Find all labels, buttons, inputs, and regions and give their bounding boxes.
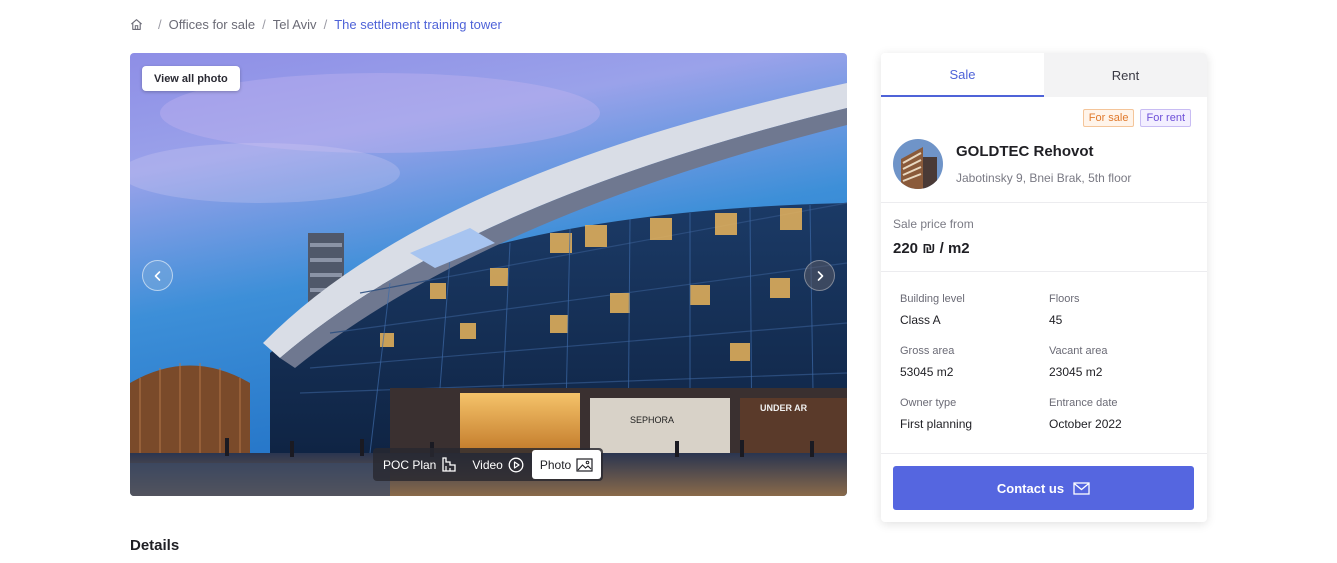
spec-entrance-date: Entrance date October 2022 <box>1049 397 1189 431</box>
storefront-sign-sephora: SEPHORA <box>630 415 674 425</box>
tab-photo[interactable]: Photo <box>531 450 602 479</box>
tab-sale[interactable]: Sale <box>881 53 1044 97</box>
spec-label: Building level <box>900 293 965 305</box>
spec-owner-type: Owner type First planning <box>900 397 1040 431</box>
building-photo: SEPHORA UNDER AR <box>130 53 847 496</box>
divider <box>881 202 1207 203</box>
listing-badges: For sale For rent <box>1082 109 1191 127</box>
next-photo-button[interactable] <box>804 260 835 291</box>
spec-value: 53045 m2 <box>900 365 954 379</box>
tab-poc-plan[interactable]: POC Plan <box>375 450 464 479</box>
mail-icon <box>1073 481 1090 495</box>
divider <box>881 453 1207 454</box>
breadcrumb-separator: / <box>323 16 328 32</box>
spec-floors: Floors 45 <box>1049 293 1189 327</box>
spec-value: 23045 m2 <box>1049 365 1103 379</box>
home-icon[interactable] <box>130 18 143 31</box>
chevron-left-icon <box>154 270 160 281</box>
spec-gross-area: Gross area 53045 m2 <box>900 345 1040 379</box>
sale-price-label: Sale price from <box>893 217 974 231</box>
chevron-right-icon <box>817 270 823 281</box>
breadcrumb-tel-aviv[interactable]: Tel Aviv <box>273 17 317 32</box>
storefront-sign-under-armour: UNDER AR <box>760 403 808 413</box>
floor-plan-icon <box>442 457 457 472</box>
spec-building-level: Building level Class A <box>900 293 1040 327</box>
for-rent-badge: For rent <box>1140 109 1191 127</box>
spec-value: October 2022 <box>1049 417 1122 431</box>
tab-label: POC Plan <box>383 457 437 472</box>
spec-label: Vacant area <box>1049 345 1108 357</box>
building-thumbnail <box>893 139 943 189</box>
sale-price-value: 220 ₪ / m2 <box>893 240 970 257</box>
spec-label: Entrance date <box>1049 397 1118 409</box>
play-circle-icon <box>508 457 524 472</box>
photo-gallery[interactable]: SEPHORA UNDER AR View all photo POC Plan <box>130 53 847 496</box>
company-address: Jabotinsky 9, Bnei Brak, 5th floor <box>956 171 1132 185</box>
listing-summary-card: Sale Rent For sale For rent GOLDTEC Reho… <box>881 53 1207 522</box>
for-sale-badge: For sale <box>1082 109 1135 127</box>
listing-type-tabs: Sale Rent <box>881 53 1207 97</box>
spec-label: Gross area <box>900 345 955 357</box>
company-info: GOLDTEC Rehovot Jabotinsky 9, Bnei Brak,… <box>893 139 1131 189</box>
spec-value: 45 <box>1049 313 1063 327</box>
details-heading: Details <box>130 537 180 554</box>
contact-us-button[interactable]: Contact us <box>893 466 1194 510</box>
media-type-tabs: POC Plan Video Photo <box>373 448 604 481</box>
tab-label: Video <box>472 457 503 472</box>
breadcrumb-separator: / <box>262 16 266 32</box>
spec-value: First planning <box>900 417 973 431</box>
view-all-photo-button[interactable]: View all photo <box>142 66 240 91</box>
image-icon <box>576 457 593 472</box>
tab-video[interactable]: Video <box>464 450 531 479</box>
divider <box>881 271 1207 272</box>
tab-rent[interactable]: Rent <box>1044 53 1207 97</box>
spec-label: Floors <box>1049 293 1080 305</box>
contact-us-label: Contact us <box>996 480 1065 496</box>
spec-vacant-area: Vacant area 23045 m2 <box>1049 345 1189 379</box>
tab-label: Photo <box>539 457 572 472</box>
company-avatar[interactable] <box>893 139 943 189</box>
company-name: GOLDTEC Rehovot <box>956 143 1094 160</box>
previous-photo-button[interactable] <box>142 260 173 291</box>
breadcrumb: / Offices for sale / Tel Aviv / The sett… <box>130 16 502 32</box>
spec-label: Owner type <box>900 397 957 409</box>
breadcrumb-offices-for-sale[interactable]: Offices for sale <box>169 17 255 32</box>
breadcrumb-separator: / <box>158 16 162 32</box>
breadcrumb-current-page[interactable]: The settlement training tower <box>334 17 502 32</box>
spec-value: Class A <box>900 313 941 327</box>
